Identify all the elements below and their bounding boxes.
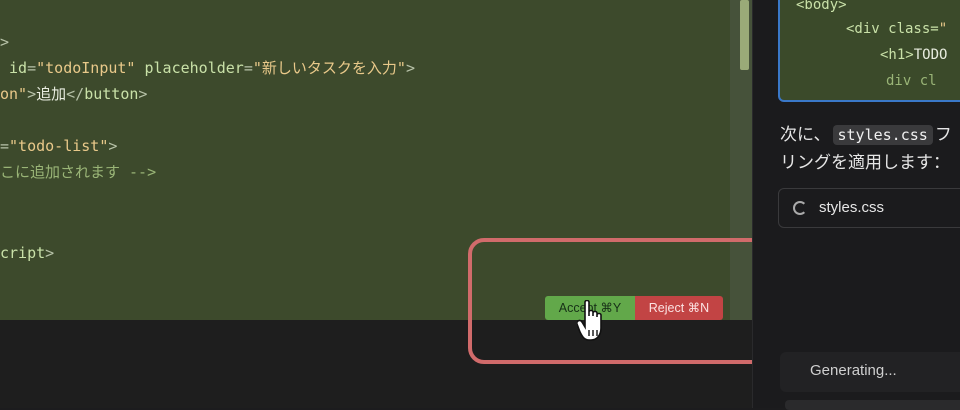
code-line: <h1>TODO bbox=[880, 44, 947, 66]
code-token: class= bbox=[879, 21, 939, 37]
code-token: <h1> bbox=[880, 47, 914, 63]
code-token: id bbox=[0, 59, 28, 77]
hand-cursor-icon bbox=[577, 300, 602, 341]
code-token: こに追加されます --> bbox=[0, 163, 157, 181]
assistant-message-line2: リングを適用します： bbox=[780, 153, 950, 172]
message-suffix: フ bbox=[934, 125, 952, 144]
loading-spinner-icon bbox=[793, 201, 807, 215]
code-token: > bbox=[45, 244, 55, 262]
status-strip bbox=[785, 400, 960, 410]
code-token: > bbox=[27, 85, 37, 103]
code-token: > bbox=[405, 59, 415, 77]
code-token: > bbox=[138, 85, 148, 103]
code-token: TODO bbox=[913, 47, 948, 63]
code-token: = bbox=[27, 59, 37, 77]
code-token: 追加 bbox=[36, 85, 67, 103]
file-card-name: styles.css bbox=[819, 199, 885, 216]
code-token: "新しいタスクを入力" bbox=[252, 59, 406, 77]
generating-status: Generating... bbox=[780, 352, 960, 392]
code-token: button bbox=[84, 85, 139, 103]
code-token: > bbox=[108, 137, 118, 155]
code-token: on" bbox=[0, 85, 28, 103]
message-prefix: 次に、 bbox=[780, 125, 831, 144]
code-line: cript> bbox=[0, 243, 54, 263]
code-token: div cl bbox=[886, 73, 937, 89]
generating-label: Generating... bbox=[810, 362, 897, 379]
code-snippet-preview: <body> <div class=" <h1>TODO div cl bbox=[778, 0, 960, 102]
code-token: = bbox=[0, 137, 10, 155]
code-line: ="todo-list"> bbox=[0, 136, 117, 156]
filename-chip: styles.css bbox=[832, 125, 933, 145]
code-token: <body> bbox=[796, 0, 847, 13]
file-card[interactable]: styles.css bbox=[778, 188, 960, 228]
code-line: <body> bbox=[796, 0, 847, 16]
code-line: on">追加</button> bbox=[0, 84, 147, 104]
code-token: </ bbox=[66, 85, 85, 103]
editor-scrollbar-thumb[interactable] bbox=[740, 0, 749, 70]
code-line: id="todoInput" placeholder="新しいタスクを入力"> bbox=[0, 58, 415, 78]
code-token: placeholder bbox=[135, 59, 244, 77]
code-line: <div class=" bbox=[846, 18, 947, 40]
code-token: "todo-list" bbox=[9, 137, 109, 155]
code-token: = bbox=[243, 59, 253, 77]
code-token: <div bbox=[846, 21, 880, 37]
assistant-message: 次に、 styles.css フ bbox=[780, 120, 952, 145]
highlight-annotation bbox=[468, 238, 798, 364]
code-token: "todoInput" bbox=[36, 59, 136, 77]
code-line: div cl bbox=[886, 70, 937, 92]
code-line: こに追加されます --> bbox=[0, 162, 156, 182]
code-token: > bbox=[0, 33, 10, 51]
code-token: cript bbox=[0, 244, 46, 262]
code-line: > bbox=[0, 32, 9, 52]
code-token: " bbox=[938, 21, 948, 37]
